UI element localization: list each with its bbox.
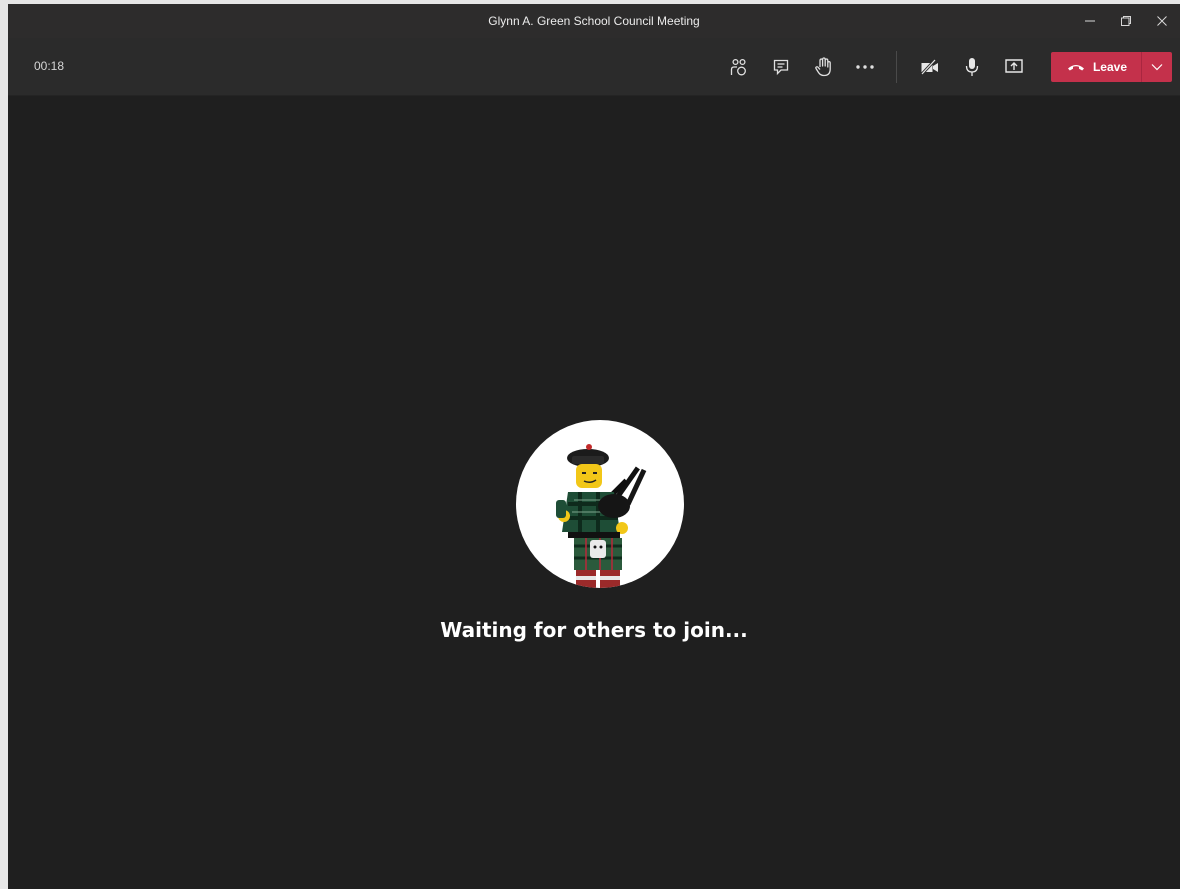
restore-button[interactable] (1108, 4, 1144, 38)
chat-icon (773, 59, 789, 75)
call-controls: Leave (718, 38, 1172, 95)
waiting-message: Waiting for others to join... (440, 618, 748, 642)
mic-icon (965, 57, 979, 76)
mic-toggle-button[interactable] (955, 50, 989, 84)
window-controls (1072, 4, 1180, 38)
chevron-down-icon (1151, 63, 1163, 70)
camera-off-icon (920, 58, 938, 75)
hand-icon (815, 56, 831, 76)
leave-control: Leave (1050, 51, 1172, 82)
phone-hangup-icon (1067, 64, 1084, 70)
close-icon (1157, 16, 1167, 26)
raise-hand-button[interactable] (806, 50, 840, 84)
share-screen-button[interactable] (997, 50, 1031, 84)
participants-button[interactable] (722, 50, 756, 84)
camera-toggle-button[interactable] (913, 50, 947, 84)
window-title: Glynn A. Green School Council Meeting (488, 14, 700, 28)
people-icon (730, 58, 746, 75)
leave-label: Leave (1092, 59, 1127, 74)
avatar-image (556, 444, 647, 588)
toolbar-divider (895, 50, 897, 83)
more-options-button[interactable] (848, 50, 882, 84)
minimize-icon (1085, 20, 1095, 22)
meeting-toolbar: 00:18 Leave (8, 38, 1180, 96)
title-bar: Glynn A. Green School Council Meeting (8, 4, 1180, 38)
meeting-window: Glynn A. Green School Council Meeting 00… (8, 4, 1180, 889)
leave-options-button[interactable] (1141, 51, 1172, 82)
close-button[interactable] (1144, 4, 1180, 38)
restore-icon (1121, 16, 1131, 26)
avatar (516, 420, 684, 588)
share-screen-icon (1005, 58, 1023, 73)
more-icon (856, 64, 874, 69)
call-timer: 00:18 (34, 59, 65, 73)
meeting-stage: Waiting for others to join... (8, 96, 1180, 889)
chat-button[interactable] (764, 50, 798, 84)
leave-button[interactable]: Leave (1051, 52, 1141, 82)
minimize-button[interactable] (1072, 4, 1108, 38)
